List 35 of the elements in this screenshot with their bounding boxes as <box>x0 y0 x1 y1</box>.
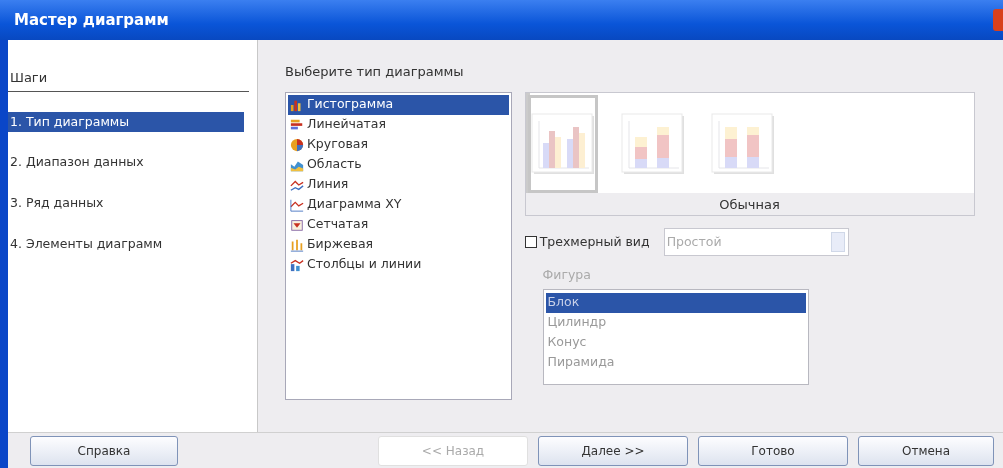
dialog-button[interactable]: Справка <box>30 435 178 466</box>
chart-type-icon <box>290 257 304 272</box>
dialog-button[interactable]: Далее >> <box>538 435 688 466</box>
chart-type-icon <box>290 117 304 132</box>
chart-thumbnail-icon <box>530 112 595 175</box>
step-item[interactable]: 1. Тип диаграммы <box>8 111 244 133</box>
dialog-button[interactable]: Отмена <box>858 435 994 466</box>
step-item[interactable]: 2. Диапазон данных <box>8 152 152 173</box>
steps-heading: Шаги <box>8 68 249 92</box>
step-item[interactable]: 4. Элементы диаграмм <box>8 233 171 255</box>
variant-caption: Обычная <box>525 193 974 215</box>
chart-type-icon <box>290 137 304 152</box>
chart-type-item[interactable]: Диаграмма XY <box>288 194 509 215</box>
chart-type-item[interactable]: Столбцы и линии <box>288 254 509 275</box>
chart-type-icon <box>290 217 304 232</box>
chart-type-item[interactable]: Биржевая <box>288 234 509 255</box>
chart-type-item[interactable]: Область <box>288 154 509 175</box>
chart-type-item[interactable]: Линейчатая <box>288 114 509 135</box>
chart-type-icon <box>290 197 304 212</box>
chart-type-item[interactable]: Гистограмма <box>288 94 509 115</box>
chart-type-item[interactable]: Круговая <box>288 134 509 155</box>
dialog-button[interactable]: Готово <box>698 435 848 466</box>
close-icon[interactable] <box>993 9 1003 31</box>
chart-type-heading: Выберите тип диаграммы <box>285 63 465 81</box>
chart-thumbnail-icon <box>710 112 775 175</box>
shape-label: Фигура <box>542 266 592 284</box>
chart-thumbnail-icon <box>620 112 685 175</box>
chart-type-item[interactable]: Сетчатая <box>288 214 509 235</box>
checkbox-label[interactable]: Трехмерный вид <box>539 232 650 252</box>
step-item[interactable]: 3. Ряд данных <box>8 193 112 214</box>
chart-type-icon <box>290 237 304 252</box>
window-title: Мастер диаграмм <box>14 9 169 31</box>
checkbox[interactable] <box>524 236 537 248</box>
chart-type-item[interactable]: Линия <box>288 174 509 195</box>
variant-option[interactable] <box>527 94 598 193</box>
